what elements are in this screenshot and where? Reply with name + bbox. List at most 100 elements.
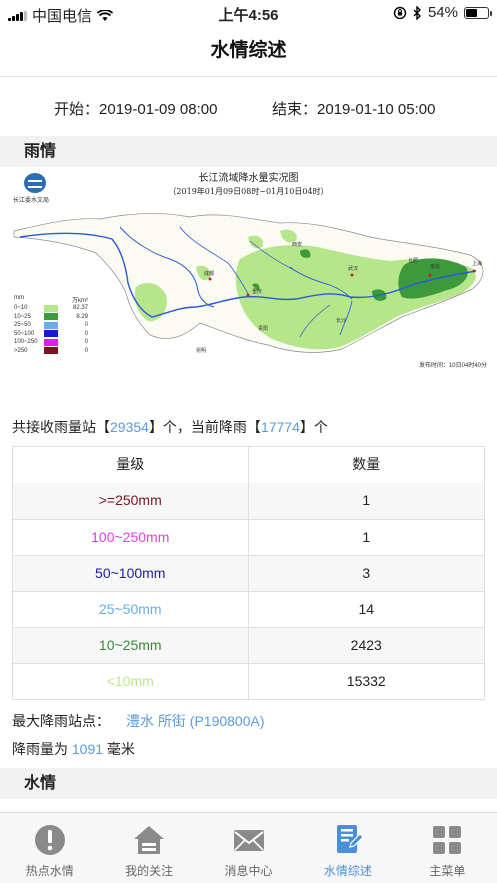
city-label-changsha: 长沙 <box>336 318 347 324</box>
level-cell: <10mm <box>13 664 249 699</box>
header-level: 量级 <box>13 447 249 483</box>
city-label-wuhan: 武汉 <box>348 266 359 272</box>
grid-icon <box>430 823 464 857</box>
rainfall-level-table: 量级 数量 >=250mm 1 100~250mm 1 50~100mm 3 25~50mm… <box>12 446 485 700</box>
nav-title: 水情综述 <box>0 27 497 77</box>
battery-percent: 54% <box>427 4 458 21</box>
end-value: 2019-01-10 05:00 <box>317 101 436 118</box>
level-cell: 50~100mm <box>13 556 249 591</box>
tab-water-summary[interactable]: 水情综述 <box>298 813 397 883</box>
count-cell: 15332 <box>346 673 386 689</box>
time-range: 开始：2019-01-09 08:00 结束：2019-01-10 05:00 <box>0 78 497 136</box>
max-station-link[interactable]: 澧水 所街 (P190800A) <box>126 713 265 729</box>
table-row[interactable]: 25~50mm 14 <box>13 591 484 627</box>
rainfall-line: 降雨量为 1091 毫米 <box>12 739 135 759</box>
max-station-line: 最大降雨站点： 澧水 所街 (P190800A) <box>12 711 265 731</box>
table-header-row: 量级 数量 <box>13 447 484 483</box>
city-label-chengdu: 成都 <box>204 271 215 277</box>
start-time[interactable]: 开始：2019-01-09 08:00 <box>54 98 217 119</box>
tab-label: 消息中心 <box>224 864 273 878</box>
start-value: 2019-01-09 08:00 <box>99 101 218 118</box>
city-label-chongqing: 重庆 <box>252 289 263 295</box>
status-bar: 中国电信 上午4:56 54% <box>0 0 497 27</box>
document-icon <box>331 823 365 857</box>
table-row[interactable]: >=250mm 1 <box>13 483 484 519</box>
legend-swatch <box>44 313 58 321</box>
legend-area: 0 <box>84 339 88 346</box>
legend-area: 0 <box>84 347 88 354</box>
stats-prefix: 共接收雨量站【 <box>12 419 110 435</box>
legend-header: mm 万km² <box>14 295 88 304</box>
legend-area: 0 <box>84 322 88 329</box>
legend-row: 10~25 8.29 <box>14 313 88 322</box>
count-cell: 3 <box>362 565 371 581</box>
legend-swatch <box>44 321 58 329</box>
level-cell: 25~50mm <box>13 592 249 627</box>
city-label-shanghai: 上海 <box>472 261 483 267</box>
legend-header-area: 万km² <box>72 298 88 304</box>
rain-section-header: 雨情 <box>0 136 497 167</box>
bluetooth-icon <box>413 5 421 20</box>
rainfall-map[interactable]: 长江委水文局 长江流域降水量实况图 （2019年01月09日08时~01月10日… <box>0 167 497 380</box>
legend-row: 100~250 0 <box>14 338 88 347</box>
table-body: >=250mm 1 100~250mm 1 50~100mm 3 25~50mm 14 10~2… <box>13 483 484 699</box>
mail-icon <box>232 823 266 857</box>
station-stats: 共接收雨量站【29354】个，当前降雨【17774】个 <box>12 417 328 437</box>
legend-row: >250 0 <box>14 347 88 356</box>
legend-row: 0~10 82.37 <box>14 304 88 313</box>
table-row[interactable]: 100~250mm 1 <box>13 519 484 555</box>
rainfall-suffix: 毫米 <box>103 741 135 757</box>
legend-rows: 0~10 82.37 10~25 8.29 25~50 0 50~100 0 100~250 0 >… <box>14 304 88 355</box>
legend-range: 25~50 <box>14 322 31 329</box>
level-cell: 10~25mm <box>13 628 249 663</box>
tab-hot-water[interactable]: 热点水情 <box>0 813 99 883</box>
city-label-nanjing: 南京 <box>430 264 441 270</box>
legend-swatch <box>44 347 58 355</box>
status-right: 54% <box>393 4 492 21</box>
legend-area: 82.37 <box>72 305 88 312</box>
legend-range: 100~250 <box>14 339 38 346</box>
raining-stations: 17774 <box>260 419 300 435</box>
legend-row: 25~50 0 <box>14 321 88 330</box>
legend-header-mm: mm <box>14 295 24 301</box>
count-cell: 1 <box>362 529 371 545</box>
end-time[interactable]: 结束：2019-01-10 05:00 <box>272 98 435 119</box>
total-stations: 29354 <box>110 419 149 435</box>
count-cell: 14 <box>358 601 375 617</box>
level-cell: >=250mm <box>13 483 249 519</box>
map-legend: mm 万km² 0~10 82.37 10~25 8.29 25~50 0 50~100 0 1… <box>14 295 88 355</box>
level-cell: 100~250mm <box>13 520 249 555</box>
publish-time: 发布时间：10日04时40分 <box>418 363 487 369</box>
stats-suffix: 】个 <box>299 419 328 435</box>
header-count: 数量 <box>352 456 381 472</box>
table-row[interactable]: 10~25mm 2423 <box>13 627 484 663</box>
tab-label: 水情综述 <box>323 864 372 878</box>
max-station-label: 最大降雨站点： <box>12 713 110 729</box>
legend-range: 50~100 <box>14 330 35 337</box>
city-label-xian: 西安 <box>292 242 303 248</box>
legend-area: 8.29 <box>76 313 88 320</box>
alert-icon <box>33 823 67 857</box>
count-cell: 1 <box>362 492 371 508</box>
table-row[interactable]: 50~100mm 3 <box>13 555 484 591</box>
count-cell: 2423 <box>350 637 382 653</box>
legend-range: 10~25 <box>14 313 31 320</box>
legend-swatch <box>44 330 58 338</box>
tab-my-follow[interactable]: 我的关注 <box>99 813 198 883</box>
legend-range: >250 <box>14 347 28 354</box>
city-label-guiyang: 贵阳 <box>258 326 269 332</box>
rainfall-prefix: 降雨量为 <box>12 741 72 757</box>
table-row[interactable]: <10mm 15332 <box>13 663 484 699</box>
rotation-lock-icon <box>393 6 407 19</box>
screen: 中国电信 上午4:56 54% 水情综述 开始：2019-01-09 08:00… <box>0 0 497 883</box>
tab-main-menu[interactable]: 主菜单 <box>398 813 497 883</box>
tab-messages[interactable]: 消息中心 <box>199 813 298 883</box>
start-label: 开始： <box>54 101 100 118</box>
home-icon <box>132 823 166 857</box>
end-label: 结束： <box>272 101 318 118</box>
legend-swatch <box>44 304 58 312</box>
legend-swatch <box>44 338 58 346</box>
legend-area: 0 <box>84 330 88 337</box>
city-label-kunming: 昆明 <box>196 348 207 354</box>
water-section-header: 水情 <box>0 768 497 799</box>
